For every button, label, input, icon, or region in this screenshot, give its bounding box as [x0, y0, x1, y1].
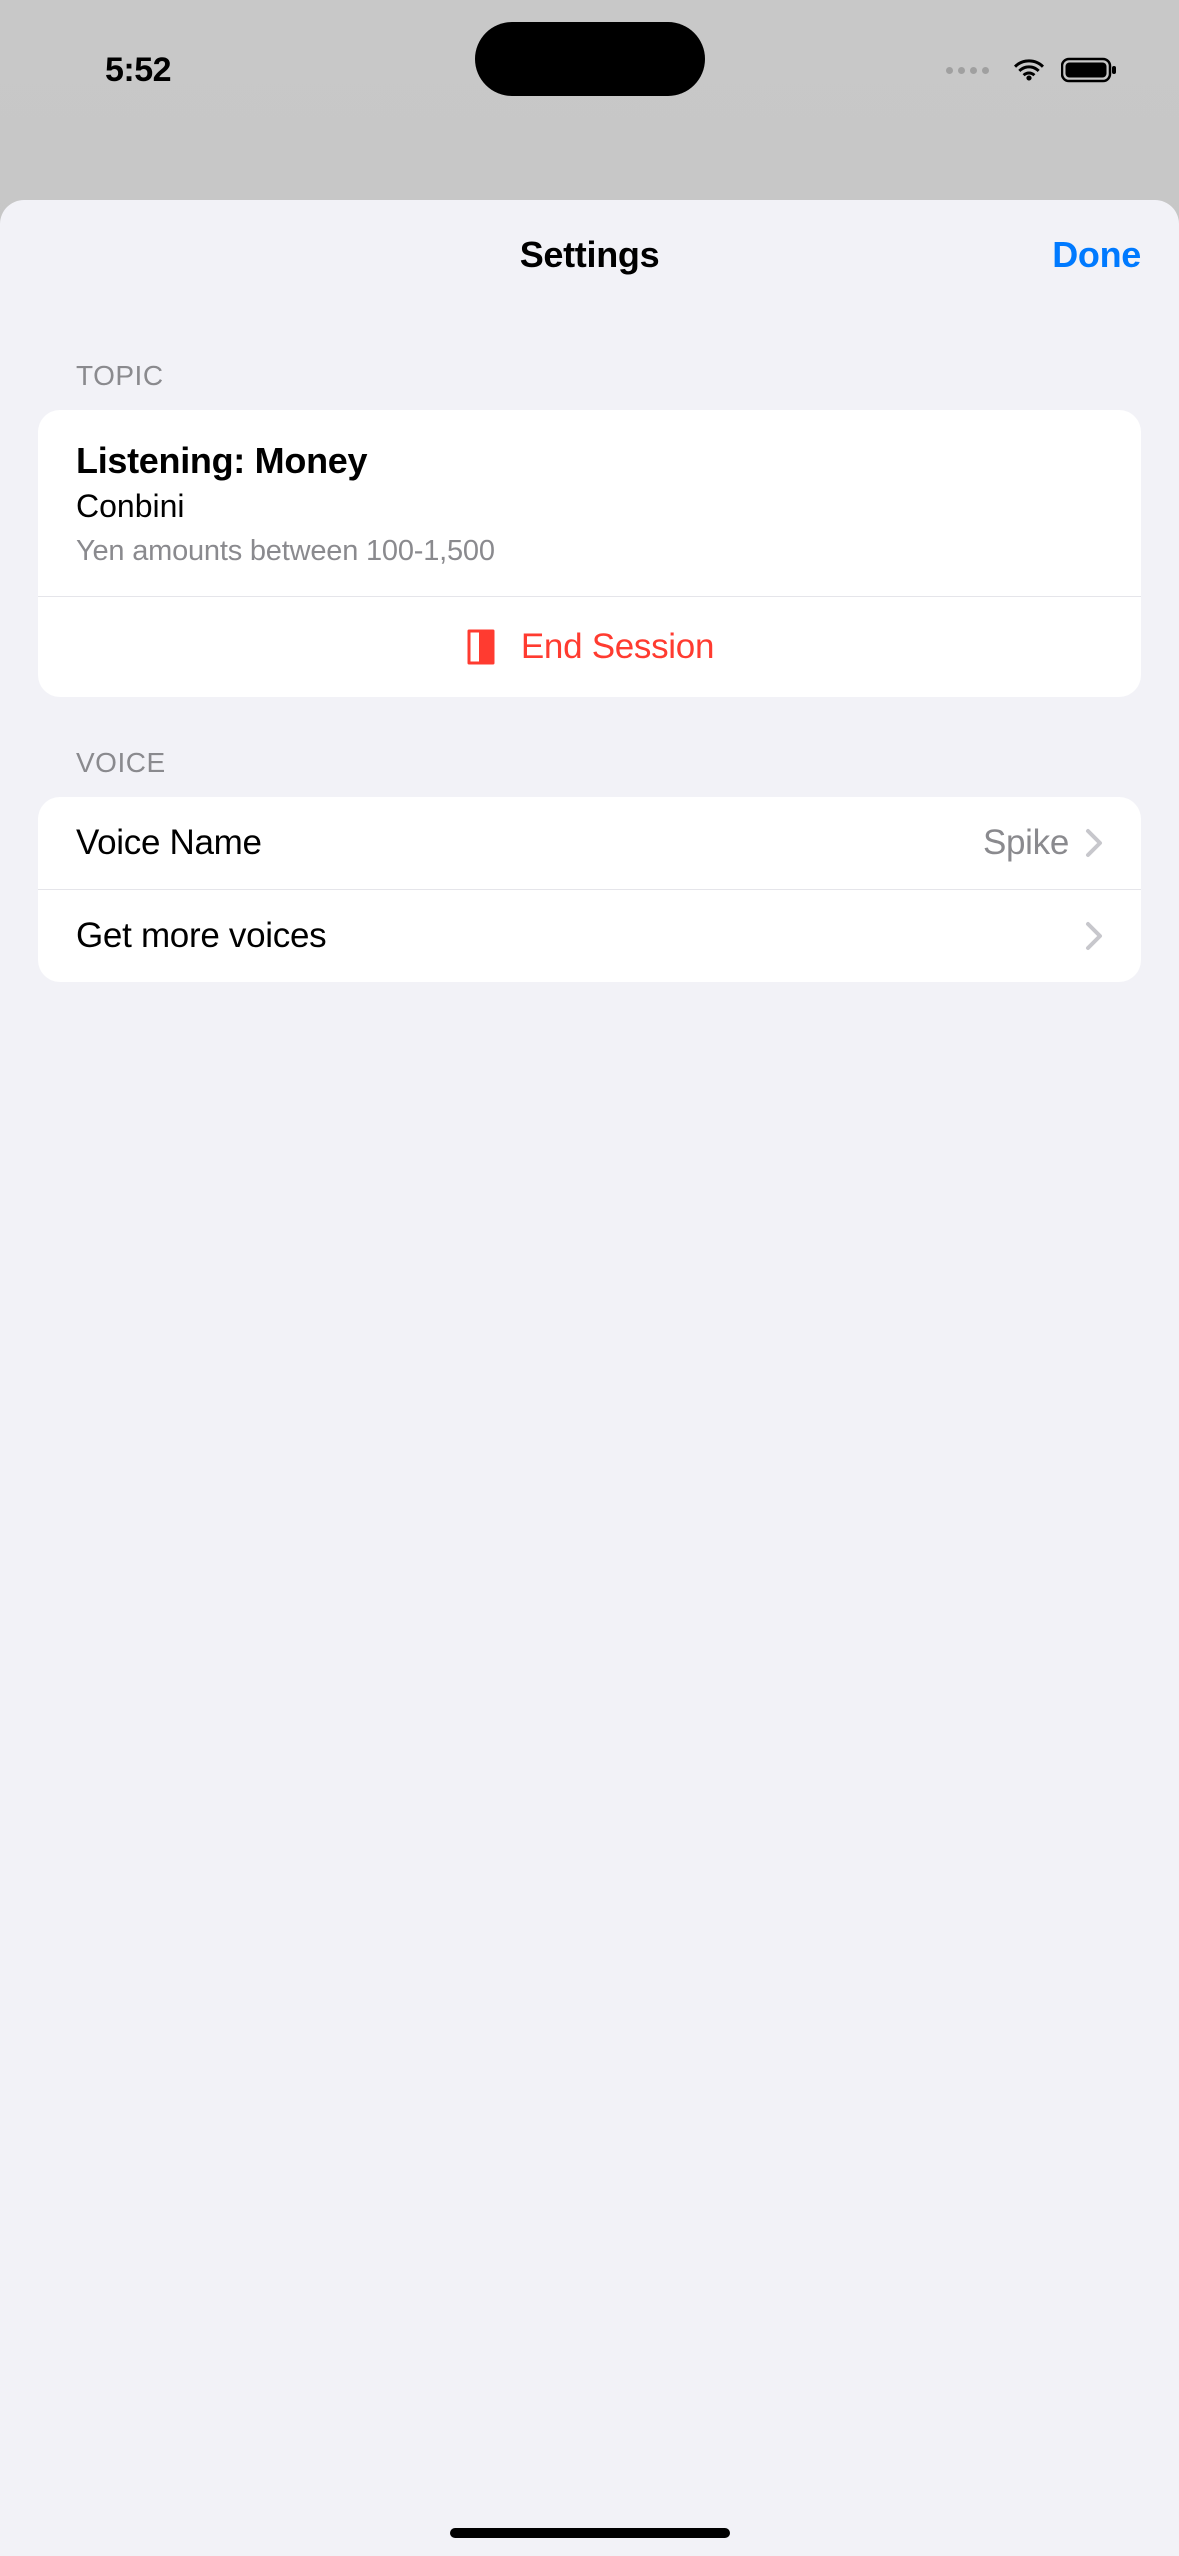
get-more-voices-row[interactable]: Get more voices — [38, 889, 1141, 982]
status-bar: 5:52 — [0, 0, 1179, 120]
status-time: 5:52 — [105, 51, 171, 90]
voice-name-value: Spike — [983, 823, 1069, 863]
voice-section-header: VOICE — [76, 747, 1141, 779]
battery-icon — [1061, 56, 1119, 84]
done-button[interactable]: Done — [1052, 234, 1141, 276]
end-session-button[interactable]: End Session — [38, 596, 1141, 697]
page-title: Settings — [520, 234, 660, 276]
topic-info: Listening: Money Conbini Yen amounts bet… — [38, 410, 1141, 596]
home-indicator[interactable] — [450, 2528, 730, 2538]
get-more-voices-label: Get more voices — [76, 916, 1085, 956]
status-indicators — [946, 56, 1119, 84]
voice-name-label: Voice Name — [76, 823, 983, 863]
topic-card: Listening: Money Conbini Yen amounts bet… — [38, 410, 1141, 697]
voice-card: Voice Name Spike Get more voices — [38, 797, 1141, 982]
sheet-header: Settings Done — [0, 200, 1179, 310]
topic-description: Yen amounts between 100-1,500 — [76, 535, 1103, 568]
settings-sheet: Settings Done TOPIC Listening: Money Con… — [0, 200, 1179, 2556]
topic-title: Listening: Money — [76, 440, 1103, 482]
chevron-right-icon — [1085, 921, 1103, 951]
end-session-label: End Session — [521, 627, 714, 667]
topic-section-header: TOPIC — [76, 360, 1141, 392]
wifi-icon — [1011, 56, 1047, 84]
chevron-right-icon — [1085, 828, 1103, 858]
topic-subtitle: Conbini — [76, 488, 1103, 525]
voice-name-row[interactable]: Voice Name Spike — [38, 797, 1141, 889]
pagination-dots-icon — [946, 67, 989, 74]
exit-door-icon — [465, 627, 497, 667]
dynamic-island — [475, 22, 705, 96]
